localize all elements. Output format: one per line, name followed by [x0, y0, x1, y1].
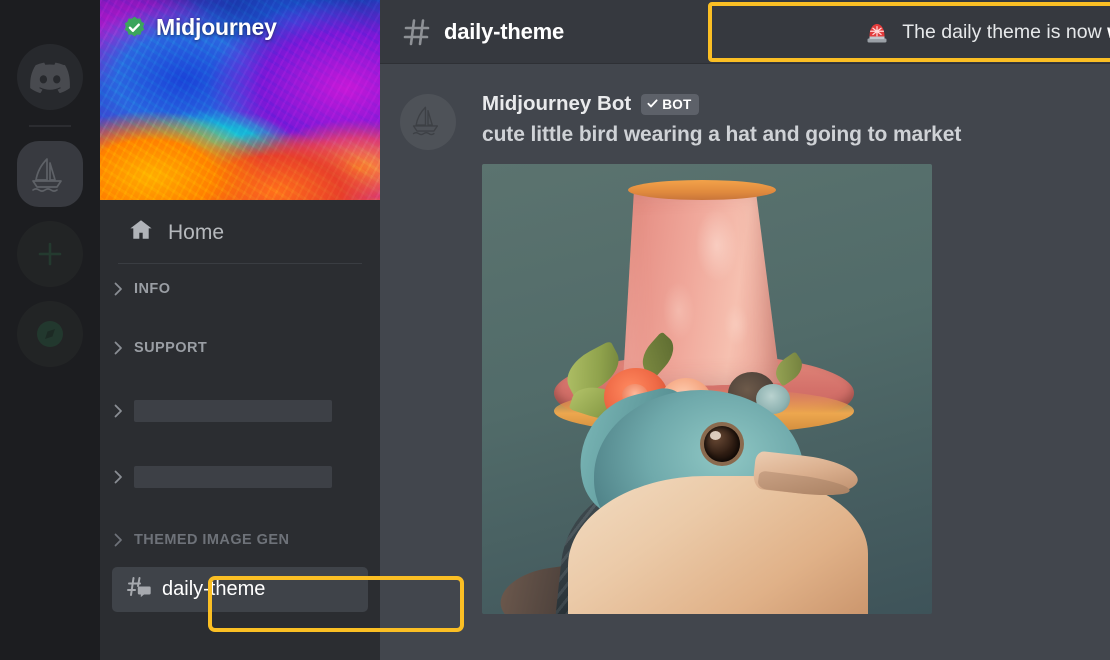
avatar[interactable] [400, 94, 456, 150]
rail-item-midjourney-server[interactable] [17, 141, 83, 207]
sidebar-category-support[interactable]: SUPPORT [100, 323, 380, 365]
rail-divider [29, 125, 71, 127]
sidebar-category-label: SUPPORT [134, 340, 208, 356]
message-header: Midjourney Bot BOT [482, 92, 1110, 116]
chevron-right-icon [112, 282, 124, 296]
generated-image[interactable] [482, 164, 932, 614]
plus-icon [35, 239, 65, 269]
sidebar-channel-label: daily-theme [162, 578, 266, 600]
message-item: Midjourney Bot BOT cute little bird wear… [380, 92, 1110, 614]
rail-item-explore-servers[interactable] [17, 301, 83, 367]
hat-top [628, 180, 776, 200]
hash-icon [402, 17, 432, 47]
sidebar-item-daily-theme[interactable]: daily-theme [112, 567, 368, 612]
channel-sidebar: Midjourney Home INFO SUPPORT THEMED IMAG… [100, 0, 464, 660]
chevron-right-icon [112, 404, 124, 418]
rail-item-discord-home[interactable] [17, 44, 83, 110]
sidebar-category-themed-image-gen[interactable]: THEMED IMAGE GEN [100, 515, 380, 557]
home-label: Home [168, 220, 225, 244]
chevron-right-icon [112, 470, 124, 484]
server-name: Midjourney [156, 14, 277, 40]
rotating-light-emoji-left [864, 19, 890, 45]
forum-channel-icon [126, 575, 152, 604]
bird-eye-highlight [710, 431, 721, 440]
sidebar-category-label: THEMED IMAGE GEN [134, 532, 290, 548]
channel-topic-banner[interactable]: The daily theme is now wearing a hat [708, 2, 1110, 62]
redacted-category-bar [134, 466, 332, 488]
bot-badge-label: BOT [662, 96, 692, 112]
chat-header-channel-name: daily-theme [444, 18, 565, 44]
bird-eye [704, 426, 740, 462]
server-rail [0, 0, 100, 660]
sidebar-category-redacted-2[interactable] [100, 449, 380, 497]
chat-header: daily-theme The daily theme is now weari… [380, 0, 1110, 64]
message-author[interactable]: Midjourney Bot [482, 92, 631, 116]
discord-app-window: Midjourney Home INFO SUPPORT THEMED IMAG… [0, 0, 1110, 660]
status-badge: BOT [641, 93, 699, 115]
message-list: Midjourney Bot BOT cute little bird wear… [380, 64, 1110, 660]
chevron-right-icon [112, 341, 124, 355]
discord-logo-icon [30, 62, 70, 93]
channel-list: Home INFO SUPPORT THEMED IMAGE GEN daily… [100, 200, 380, 660]
message-body: Midjourney Bot BOT cute little bird wear… [482, 92, 1110, 614]
redacted-category-bar [134, 400, 332, 422]
server-banner[interactable]: Midjourney [100, 0, 380, 200]
rail-item-add-server[interactable] [17, 221, 83, 287]
sidebar-category-redacted-1[interactable] [100, 383, 380, 431]
verified-check-icon [647, 97, 658, 112]
server-header[interactable]: Midjourney [122, 14, 277, 41]
channel-topic-text: The daily theme is now wearing a hat [902, 21, 1110, 44]
chevron-right-icon [112, 533, 124, 547]
topic-plain: The daily theme is now [902, 20, 1108, 43]
message-prompt-text: cute little bird wearing a hat and going… [482, 123, 962, 146]
sailboat-avatar-icon [409, 103, 447, 142]
main-content: daily-theme The daily theme is now weari… [380, 0, 1110, 660]
compass-icon [33, 317, 67, 351]
verified-badge-icon [122, 15, 147, 40]
sidebar-category-label: INFO [134, 281, 171, 297]
home-icon [128, 218, 154, 247]
sidebar-item-home[interactable]: Home [100, 200, 380, 263]
sidebar-category-info[interactable]: INFO [100, 264, 380, 306]
sailboat-icon [28, 154, 72, 194]
